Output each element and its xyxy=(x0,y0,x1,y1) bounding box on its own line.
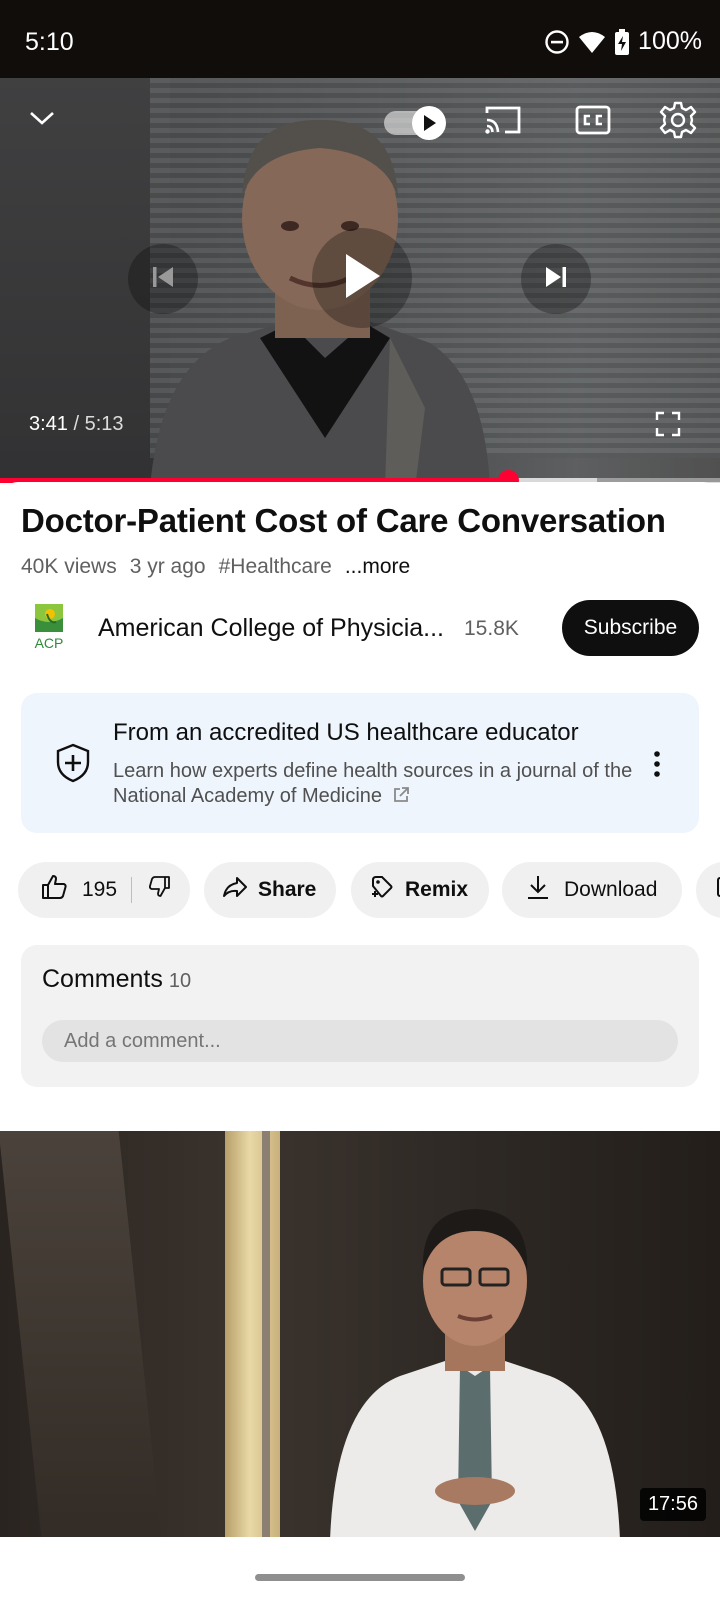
video-title: Doctor-Patient Cost of Care Conversation xyxy=(21,502,666,539)
video-meta[interactable]: 40K views 3 yr ago #Healthcare ...more xyxy=(21,555,410,579)
autoplay-play-icon xyxy=(412,106,446,140)
status-time: 5:10 xyxy=(25,28,74,56)
like-count: 195 xyxy=(82,878,118,901)
add-comment-input[interactable] xyxy=(42,1020,678,1062)
more-link[interactable]: ...more xyxy=(345,555,410,579)
more-vert-icon xyxy=(643,751,671,783)
thumbnail-shadow xyxy=(0,1131,162,1537)
subscribe-button[interactable]: Subscribe xyxy=(562,600,699,656)
next-video-button[interactable] xyxy=(521,244,591,314)
collapse-button[interactable] xyxy=(20,98,64,142)
info-panel-description[interactable]: Learn how experts define health sources … xyxy=(113,759,653,811)
comments-label: Comments xyxy=(42,965,163,993)
battery-percent: 100% xyxy=(638,27,702,55)
thumbnail-flag xyxy=(225,1131,280,1537)
subscriber-count: 15.8K xyxy=(464,617,519,640)
more-actions-button[interactable] xyxy=(696,862,720,918)
skip-previous-icon xyxy=(150,265,176,294)
download-button[interactable]: Download xyxy=(502,862,682,918)
channel-avatar[interactable]: ACP xyxy=(30,604,68,651)
thumbs-up-icon xyxy=(40,873,68,907)
channel-name[interactable]: American College of Physicia... xyxy=(98,614,444,643)
thumbnail-person xyxy=(330,1209,620,1537)
channel-logo-text: ACP xyxy=(35,635,64,650)
hashtag-link[interactable]: #Healthcare xyxy=(219,555,332,579)
clip-icon xyxy=(716,875,720,905)
like-dislike-pill: 195 xyxy=(18,862,190,918)
share-button[interactable]: Share xyxy=(204,862,336,918)
action-bar: 195 Share Remix Download xyxy=(0,862,720,920)
cast-icon xyxy=(483,104,523,141)
autoplay-toggle[interactable] xyxy=(382,102,448,142)
current-time: 3:41 xyxy=(29,413,68,435)
next-video-thumbnail[interactable]: 17:56 xyxy=(0,1131,720,1537)
time-separator: / xyxy=(67,413,85,435)
health-source-info-panel[interactable]: From an accredited US healthcare educato… xyxy=(21,693,699,833)
captions-button[interactable] xyxy=(570,100,616,144)
home-indicator[interactable] xyxy=(255,1574,465,1581)
gear-icon xyxy=(659,101,697,144)
remix-label: Remix xyxy=(405,878,469,901)
share-icon xyxy=(222,875,248,905)
play-icon xyxy=(342,252,382,305)
battery-charging-icon xyxy=(614,28,630,55)
time-display: 3:41 / 5:13 xyxy=(29,413,124,436)
thumbnail-duration: 17:56 xyxy=(639,1488,706,1521)
status-icons: 100% xyxy=(544,27,702,56)
video-details-sheet: Doctor-Patient Cost of Care Conversation… xyxy=(0,482,720,1132)
video-player[interactable]: 3:41 / 5:13 xyxy=(0,78,720,482)
fullscreen-button[interactable] xyxy=(650,408,686,444)
fullscreen-icon xyxy=(655,411,681,442)
like-button[interactable]: 195 xyxy=(18,862,117,918)
download-label: Download xyxy=(564,878,658,901)
settings-button[interactable] xyxy=(654,98,702,146)
info-panel-title: From an accredited US healthcare educato… xyxy=(113,719,579,746)
previous-video-button[interactable] xyxy=(128,244,198,314)
thumbs-down-icon xyxy=(148,875,172,905)
video-duration: 5:13 xyxy=(84,413,124,435)
comments-section[interactable]: Comments 10 xyxy=(21,945,699,1087)
view-count: 40K views xyxy=(21,555,117,578)
remix-icon xyxy=(369,874,395,906)
thumbnail-flag-pole xyxy=(262,1131,270,1537)
wifi-icon xyxy=(578,30,606,54)
remix-button[interactable]: Remix xyxy=(351,862,489,918)
dislike-button[interactable] xyxy=(132,862,172,918)
comments-count: 10 xyxy=(168,970,192,992)
share-label: Share xyxy=(258,878,317,901)
play-button[interactable] xyxy=(312,228,412,328)
cast-button[interactable] xyxy=(480,100,526,144)
comments-header: Comments 10 xyxy=(42,965,191,994)
info-panel-description-text: Learn how experts define health sources … xyxy=(113,760,633,807)
chevron-down-icon xyxy=(28,109,56,132)
closed-captions-icon xyxy=(575,105,611,140)
upload-age: 3 yr ago xyxy=(129,555,206,578)
skip-next-icon xyxy=(543,265,569,294)
external-link-icon xyxy=(392,786,410,811)
shield-plus-icon xyxy=(55,743,91,783)
do-not-disturb-icon xyxy=(544,29,570,55)
download-icon xyxy=(526,874,550,906)
status-bar: 5:10 100% xyxy=(0,0,720,78)
channel-row[interactable]: ACP American College of Physicia... 15.8… xyxy=(0,592,720,662)
info-panel-menu-button[interactable] xyxy=(643,749,671,779)
